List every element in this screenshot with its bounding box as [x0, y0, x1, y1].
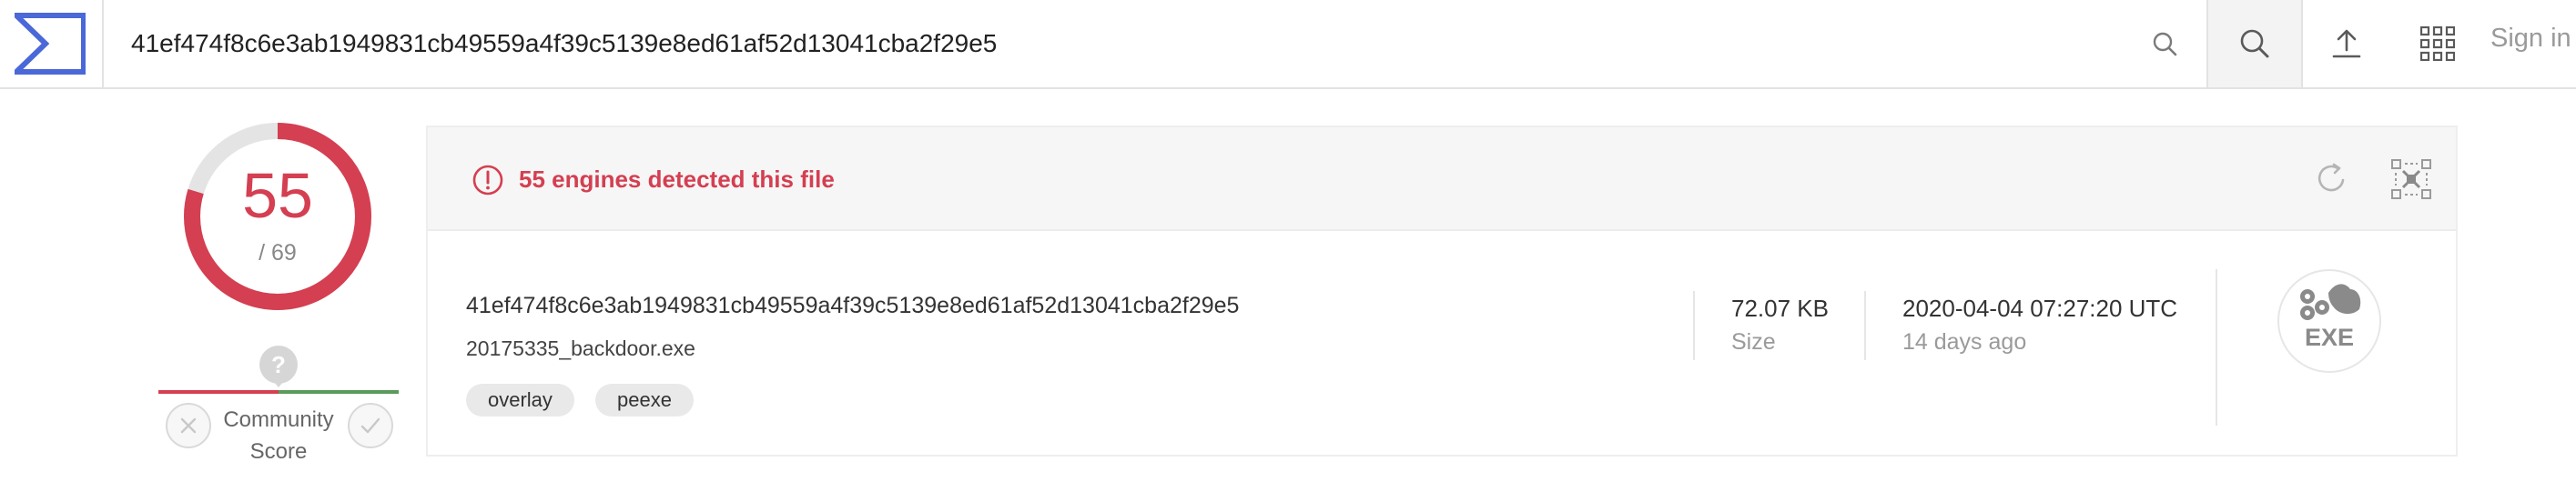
- analysis-date: 2020-04-04 07:27:20 UTC: [1902, 295, 2178, 322]
- sigma-logo-icon: [15, 13, 86, 75]
- alert-icon: [472, 165, 503, 196]
- detection-alert-text: 55 engines detected this file: [519, 166, 835, 193]
- top-bar: Sign in: [0, 0, 2576, 89]
- file-size-value: 72.07 KB: [1731, 295, 1829, 322]
- file-size-label: Size: [1731, 329, 1776, 355]
- divider: [1864, 291, 1866, 360]
- search-input[interactable]: [131, 24, 2043, 64]
- community-score-marker-tip: [271, 378, 286, 387]
- search-button[interactable]: [2206, 0, 2303, 87]
- tag-chip[interactable]: peexe: [595, 384, 694, 417]
- file-type-label: EXE: [2304, 324, 2355, 351]
- file-name: 20175335_backdoor.exe: [466, 336, 695, 360]
- sign-in-link[interactable]: Sign in: [2490, 24, 2571, 54]
- detection-count: 55: [242, 160, 313, 231]
- file-hash: 41ef474f8c6e3ab1949831cb49559a4f39c5139e…: [466, 293, 1240, 318]
- file-summary-card: 55 engines detected this file 41ef474f8c…: [426, 126, 2458, 457]
- divider: [1693, 291, 1695, 360]
- search-icon[interactable]: [2137, 0, 2192, 87]
- community-score-label: Community Score: [209, 404, 348, 467]
- apps-grid-button[interactable]: [2394, 0, 2481, 87]
- reanalyze-icon[interactable]: [2314, 160, 2350, 196]
- vote-harmless-button[interactable]: [348, 403, 393, 448]
- community-score-label-line2: Score: [249, 439, 308, 464]
- divider: [2216, 269, 2217, 426]
- similar-files-icon[interactable]: [2390, 158, 2432, 200]
- upload-button[interactable]: [2299, 0, 2394, 87]
- file-type-badge: [2277, 269, 2381, 373]
- detection-total: / 69: [259, 240, 297, 266]
- check-icon: [360, 417, 380, 434]
- close-icon: [180, 417, 197, 434]
- vote-malicious-button[interactable]: [166, 403, 211, 448]
- community-bar-harmless: [279, 390, 399, 394]
- upload-icon: [2332, 29, 2361, 58]
- community-score-label-line1: Community: [223, 407, 334, 432]
- apps-grid-icon: [2420, 26, 2455, 61]
- exe-file-icon: [2300, 284, 2361, 320]
- tag-chip[interactable]: overlay: [466, 384, 574, 417]
- logo-link[interactable]: [0, 0, 104, 87]
- analysis-date-relative: 14 days ago: [1902, 329, 2027, 355]
- card-header: 55 engines detected this file: [428, 127, 2456, 231]
- search-icon: [2240, 29, 2269, 58]
- community-bar-malicious: [158, 390, 279, 394]
